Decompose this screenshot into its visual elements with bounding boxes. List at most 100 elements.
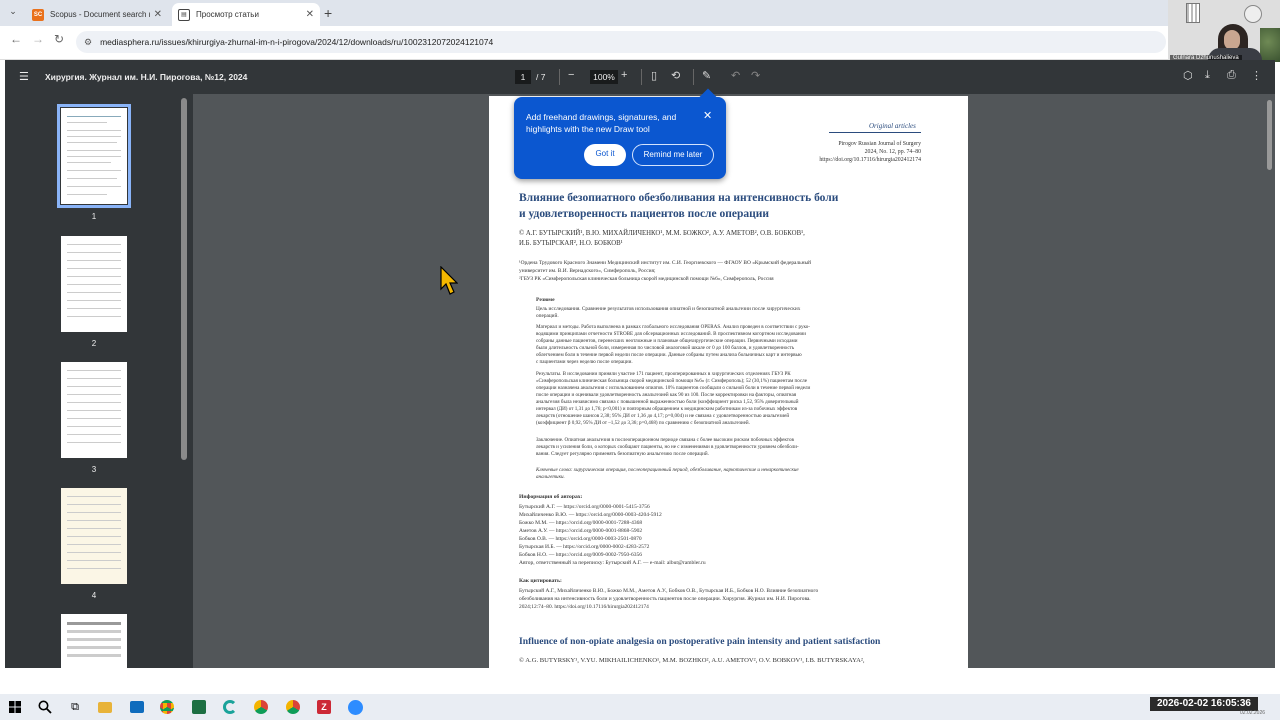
page-thumbnail-5[interactable] <box>61 614 127 674</box>
divider <box>559 69 560 85</box>
wall-clock-image <box>1244 5 1262 23</box>
more-options-icon[interactable]: ⋮ <box>1251 69 1262 82</box>
fit-page-icon[interactable]: ▯ <box>651 69 657 82</box>
calculator-image <box>1186 3 1200 23</box>
orcid-line: Бутырский А.Г. — https://orcid.org/0000-… <box>519 504 650 510</box>
popup-message: Add freehand drawings, signatures, and h… <box>526 112 677 134</box>
divider <box>829 132 921 133</box>
section-label: Original articles <box>869 122 916 130</box>
zoom-in-icon[interactable]: + <box>621 69 627 81</box>
system-date: 02.02.2026 <box>1240 710 1266 716</box>
page-thumbnail-3[interactable] <box>61 362 127 458</box>
download-icon[interactable]: ⤓ <box>1205 69 1210 82</box>
abstract-aim: Цель исследования. Сравнение результатов… <box>536 306 801 312</box>
abstract-conclusion-line: вания. Следует регулярно применять безоп… <box>536 451 709 457</box>
chrome-icon[interactable] <box>284 698 302 716</box>
page-thumbnail-4[interactable] <box>61 488 127 584</box>
abstract-aim-line: операций. <box>536 313 559 319</box>
thumbnail-page-number: 2 <box>91 339 97 348</box>
orcid-line: Аметов А.У. — https://orcid.org/0000-000… <box>519 528 643 534</box>
new-tab-icon[interactable]: + <box>324 5 332 21</box>
undo-icon[interactable]: ↶ <box>731 69 740 82</box>
orcid-line: Бутырская И.Б. — https://orcid.org/0000-… <box>519 544 650 550</box>
citation-line: обезболивания на интенсивность боли и уд… <box>519 596 811 602</box>
tab-article-view[interactable]: ▤ Просмотр статьи ✕ <box>172 3 320 26</box>
tab-strip: ⌄ SC Scopus - Document search res ✕ ▤ Пр… <box>0 0 1280 26</box>
save-to-drive-icon[interactable]: ⬡ <box>1183 69 1193 82</box>
page-thumbnail-1[interactable] <box>57 104 131 208</box>
abstract-methods-line: с пациентами через неделю после операции… <box>536 359 633 365</box>
authors-ru-line-2: И.Б. БУТЫРСКАЯ², Н.О. БОБКОВ¹ <box>519 240 623 247</box>
zotero-icon[interactable]: Z <box>315 698 333 716</box>
file-explorer-icon[interactable] <box>96 698 114 716</box>
orcid-line: Бобков Н.О. — https://orcid.org/0009-000… <box>519 552 642 558</box>
authors-ru: © А.Г. БУТЫРСКИЙ¹, В.Ю. МИХАЙЛИЧЕНКО¹, М… <box>519 230 805 237</box>
zoom-out-icon[interactable]: − <box>568 69 574 81</box>
webcam-overlay: Gulnara Dzhunushalieva <box>1168 0 1280 62</box>
doi: https://doi.org/10.17116/hirurgia2024121… <box>819 157 921 163</box>
reload-icon[interactable]: ↻ <box>54 32 64 46</box>
citation-line: Бутырский А.Г., Михайличенко В.Ю., Божко… <box>519 588 819 594</box>
remind-me-later-button[interactable]: Remind me later <box>632 144 714 166</box>
issue-info: 2024, No. 12, pp. 74–80 <box>864 149 921 155</box>
keywords-line: Ключевые слова: хирургическая операция, … <box>536 467 799 473</box>
journal-name: Pirogov Russian Journal of Surgery <box>838 141 921 147</box>
authors-en: © A.G. BUTYRSKY¹, V.YU. MIKHAILICHENKO¹,… <box>519 657 865 664</box>
page-thumbnail-2[interactable] <box>61 236 127 332</box>
thumbnail-page-number: 1 <box>91 212 97 221</box>
viewer-scrollbar[interactable] <box>1267 100 1272 170</box>
windows-start-icon[interactable] <box>6 698 24 716</box>
author-info-heading: Информация об авторах: <box>519 494 583 500</box>
taskbar: ⧉ Z 2026-02-02 16:05:36 02.02.2026 <box>0 694 1280 720</box>
person-face-image <box>1224 30 1240 50</box>
system-clock[interactable]: 2026-02-02 16:05:36 <box>1150 697 1258 711</box>
outlook-icon[interactable] <box>128 698 146 716</box>
browser-toolbar: ← → ↻ ⚙ mediasphera.ru/issues/khirurgiya… <box>0 26 1280 60</box>
site-info-icon[interactable]: ⚙ <box>84 37 92 48</box>
scopus-favicon-icon: SC <box>32 8 44 21</box>
pdf-page: Original articles Pirogov Russian Journa… <box>489 96 968 668</box>
abstract-results-line: (коэффициент β 0,92, 95% ДИ от –1,52 до … <box>536 420 750 426</box>
thumbnail-sidebar: 1 2 3 4 <box>5 94 193 674</box>
close-icon[interactable]: ✕ <box>154 9 162 20</box>
search-icon[interactable] <box>36 698 54 716</box>
print-icon[interactable]: ⎙ <box>1227 69 1236 82</box>
article-title-ru-line-2: и удовлетворенность пациентов после опер… <box>519 208 769 220</box>
tab-scopus[interactable]: SC Scopus - Document search res ✕ <box>26 3 168 26</box>
zoom-icon[interactable] <box>346 698 364 716</box>
tab-title: Scopus - Document search res <box>50 10 150 19</box>
close-icon[interactable]: ✕ <box>306 9 314 20</box>
page-number-input[interactable]: 1 <box>515 70 531 84</box>
chrome-icon[interactable] <box>252 698 270 716</box>
orcid-line: Бобков О.В. — https://orcid.org/0000-000… <box>519 536 642 542</box>
affiliation: ²ГБУЗ РК «Симферопольская клиническая бо… <box>519 276 774 282</box>
task-view-icon[interactable]: ⧉ <box>66 698 84 716</box>
address-bar[interactable]: ⚙ mediasphera.ru/issues/khirurgiya-zhurn… <box>76 31 1166 53</box>
menu-icon[interactable]: ☰ <box>19 70 29 83</box>
forward-icon[interactable]: → <box>32 32 44 46</box>
affiliation: ¹Ордена Трудового Красного Знамени Медиц… <box>519 260 812 266</box>
divider <box>693 69 694 85</box>
redo-icon[interactable]: ↷ <box>751 69 760 82</box>
chrome-icon[interactable] <box>158 698 176 716</box>
sidebar-scrollbar[interactable] <box>181 98 187 460</box>
got-it-button[interactable]: Got it <box>584 144 626 166</box>
divider <box>641 69 642 85</box>
zoom-input[interactable]: 100% <box>590 70 618 84</box>
keywords-line: анальгетики. <box>536 474 565 480</box>
rotate-icon[interactable]: ⟲ <box>671 69 680 82</box>
citation-heading: Как цитировать: <box>519 578 562 584</box>
affiliation: университет им. В.И. Вернадского», Симфе… <box>519 268 656 274</box>
citation-line: 2024;12:74–80. https://doi.org/10.17116/… <box>519 604 649 610</box>
page-total: / 7 <box>536 72 546 82</box>
app-icon[interactable] <box>221 698 239 716</box>
draw-icon[interactable]: ✎ <box>702 69 711 82</box>
draw-tool-popup: Add freehand drawings, signatures, and h… <box>514 88 726 179</box>
abstract-heading: Резюме <box>536 297 555 303</box>
back-icon[interactable]: ← <box>10 32 22 46</box>
tab-search-icon[interactable]: ⌄ <box>6 6 20 20</box>
url-text: mediasphera.ru/issues/khirurgiya-zhurnal… <box>100 37 494 47</box>
excel-icon[interactable] <box>190 698 208 716</box>
close-icon[interactable]: ✕ <box>703 109 712 122</box>
thumbnail-page-number: 4 <box>91 591 97 600</box>
